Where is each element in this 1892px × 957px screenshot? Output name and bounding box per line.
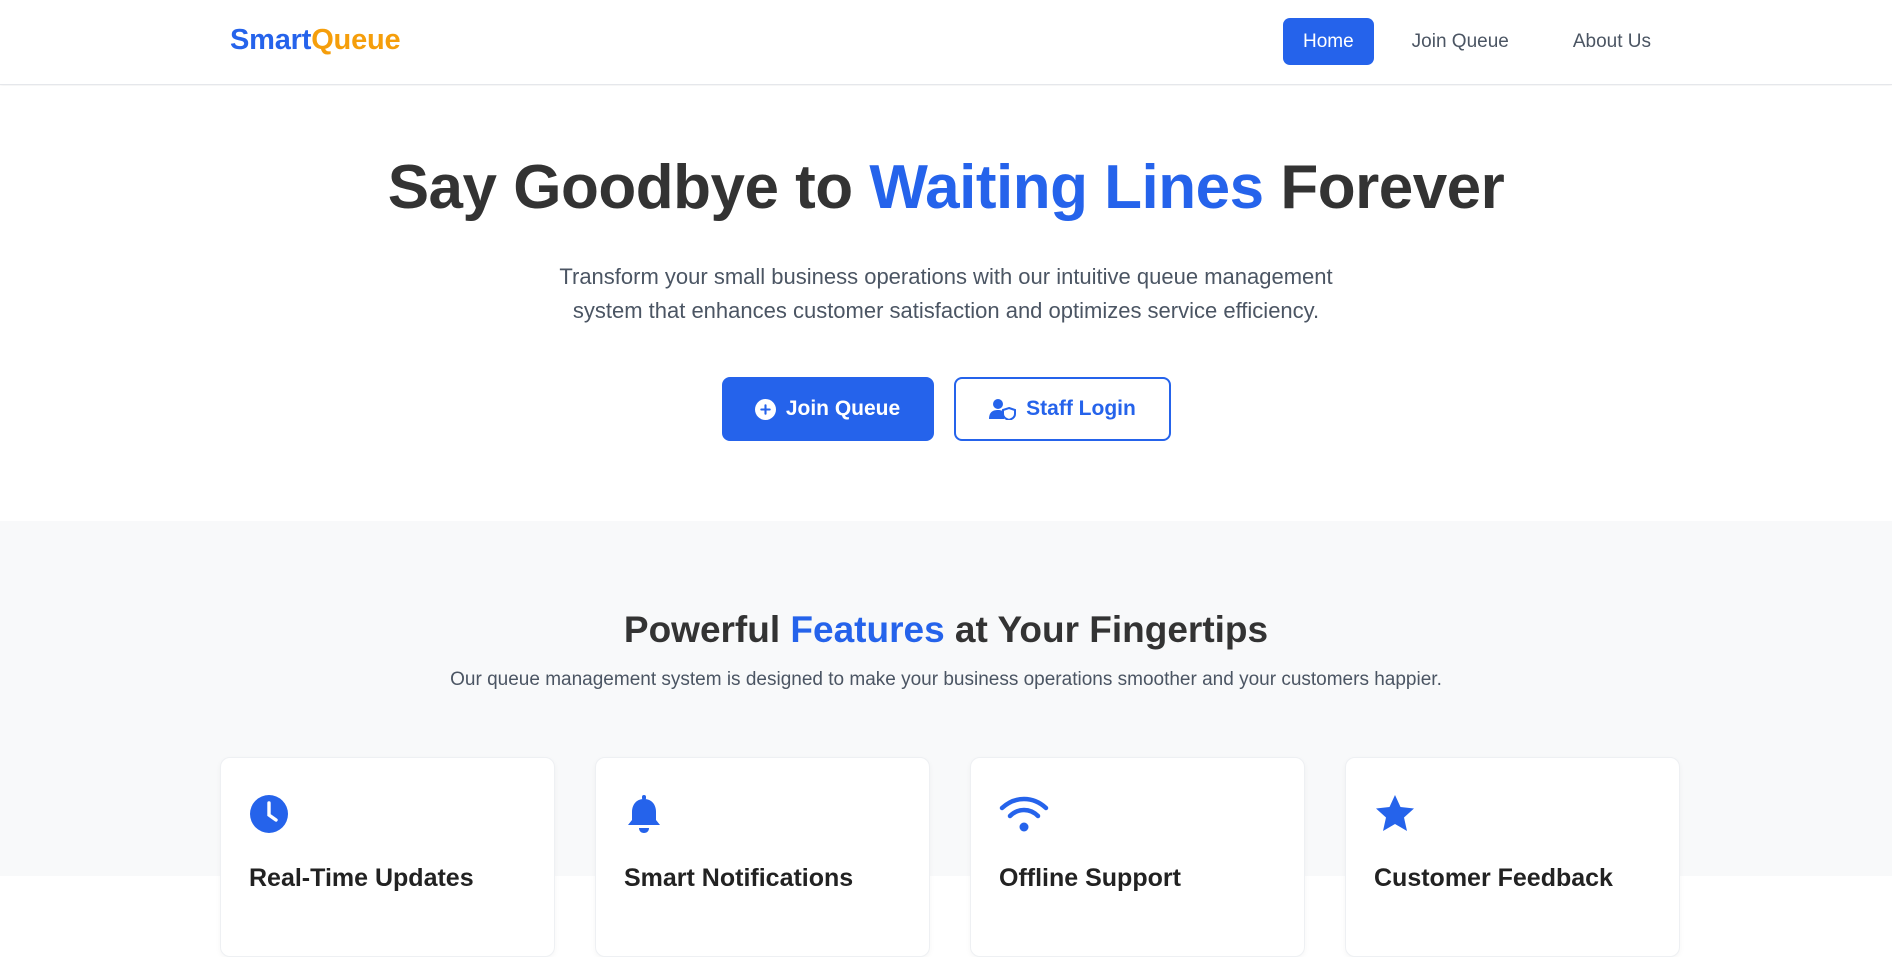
nav-home[interactable]: Home [1282, 18, 1374, 65]
feature-card-title: Customer Feedback [1374, 864, 1613, 892]
staff-login-button-label: Staff Login [1026, 397, 1136, 420]
feature-card-title: Smart Notifications [624, 864, 854, 892]
features-subtitle: Our queue management system is designed … [450, 669, 1442, 690]
logo-part-smart: Smart [230, 24, 312, 56]
plus-circle-icon [754, 398, 776, 420]
features-title-part1: Powerful [623, 609, 791, 650]
feature-card-title: Real-Time Updates [249, 864, 474, 892]
feature-card-real-time-updates: Real-Time Updates [220, 757, 555, 957]
feature-card-smart-notifications: Smart Notifications [595, 757, 930, 957]
logo-part-queue: Queue [311, 24, 401, 56]
features-title-part2: at Your Fingertips [944, 609, 1269, 650]
join-queue-button[interactable]: Join Queue [721, 377, 934, 441]
features-title: Powerful Features at Your Fingertips [0, 609, 1892, 651]
feature-card-customer-feedback: Customer Feedback [1345, 757, 1680, 957]
hero-title-highlight: Waiting Lines [869, 153, 1264, 222]
staff-login-button[interactable]: Staff Login [953, 377, 1171, 441]
clock-icon [249, 794, 293, 838]
wifi-icon [999, 794, 1049, 838]
hero-title-part2: Forever [1263, 153, 1505, 222]
hero-actions: Join Queue Staff Login [0, 377, 1892, 441]
hero-section: Say Goodbye to Waiting Lines Forever Tra… [0, 86, 1892, 521]
logo[interactable]: SmartQueue [230, 24, 401, 57]
nav-links: Home Join Queue About Us [1282, 18, 1677, 65]
navbar: SmartQueue Home Join Queue About Us [0, 0, 1892, 85]
hero-subtitle: Transform your small business operations… [559, 264, 1333, 323]
star-icon [1374, 794, 1418, 838]
bell-icon [624, 794, 668, 838]
nav-about-us[interactable]: About Us [1547, 18, 1677, 65]
hero-title-part1: Say Goodbye to [387, 153, 870, 222]
hero-title: Say Goodbye to Waiting Lines Forever [0, 152, 1892, 223]
feature-card-title: Offline Support [999, 864, 1181, 892]
feature-card-offline-support: Offline Support [970, 757, 1305, 957]
nav-join-queue[interactable]: Join Queue [1386, 18, 1535, 65]
user-shield-icon [988, 398, 1017, 420]
feature-cards: Real-Time Updates Smart Notifications Of… [220, 757, 1680, 957]
join-queue-button-label: Join Queue [785, 397, 901, 420]
features-section: Powerful Features at Your Fingertips Our… [0, 521, 1892, 957]
features-title-highlight: Features [790, 609, 945, 650]
